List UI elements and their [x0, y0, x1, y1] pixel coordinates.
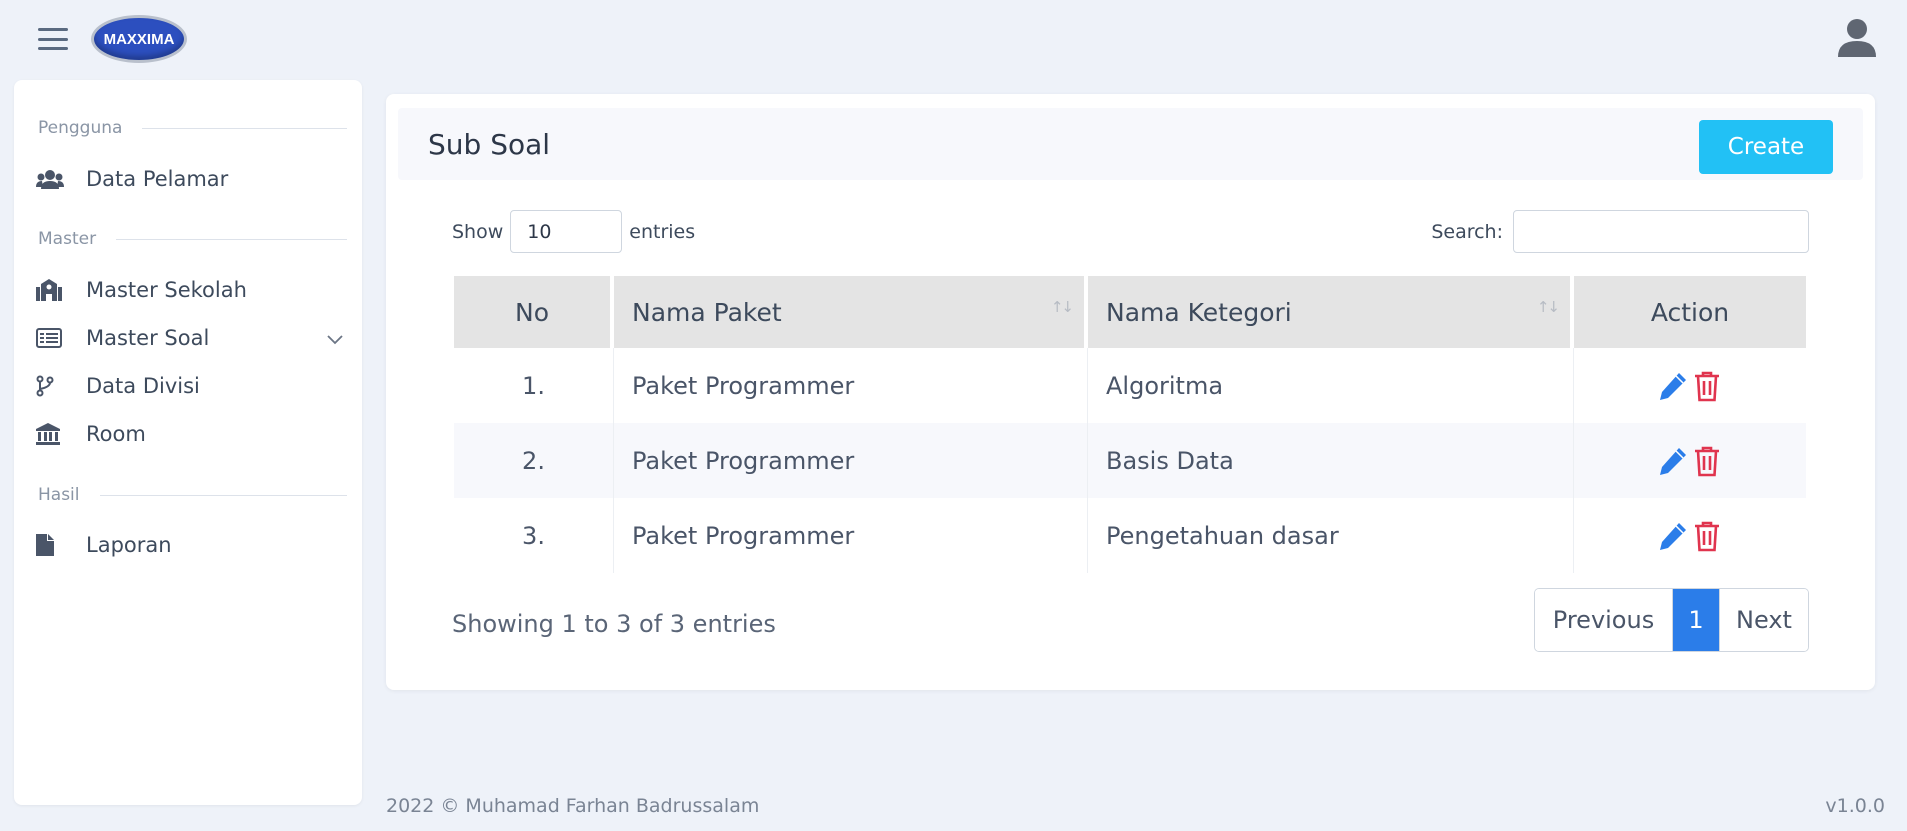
search-control: Search:: [1431, 210, 1809, 253]
footer-version: v1.0.0: [1825, 795, 1885, 817]
logo-text: MAXXIMA: [103, 30, 175, 48]
card-header: Sub Soal Create: [398, 108, 1863, 180]
sidebar-item-label: Room: [86, 422, 146, 446]
cell-nama-kategori: Algoritma: [1088, 348, 1574, 423]
sidebar-item-label: Data Pelamar: [86, 167, 229, 191]
edit-pencil-icon[interactable]: [1656, 444, 1690, 478]
footer-copyright: 2022 © Muhamad Farhan Badrussalam: [386, 795, 760, 817]
sidebar-item-label: Master Soal: [86, 326, 210, 350]
cell-nama-paket: Paket Programmer: [614, 348, 1088, 423]
delete-trash-icon[interactable]: [1690, 369, 1724, 403]
sidebar-item-data-divisi[interactable]: Data Divisi: [36, 368, 347, 404]
sub-soal-table: No Nama Paket ↑↓ Nama Ketegori ↑↓ Action 1…: [454, 276, 1806, 573]
entries-label: entries: [629, 220, 696, 243]
sidebar-item-master-sekolah[interactable]: Master Sekolah: [36, 272, 347, 308]
cell-no: 1.: [454, 348, 614, 423]
section-label: Master: [38, 229, 97, 249]
delete-trash-icon[interactable]: [1690, 519, 1724, 553]
chevron-down-icon: [327, 326, 343, 350]
search-label: Search:: [1431, 220, 1503, 243]
users-icon: [36, 167, 66, 191]
user-avatar-icon[interactable]: [1836, 17, 1878, 59]
school-icon: [36, 278, 66, 302]
column-header-no[interactable]: No: [454, 276, 614, 348]
entries-length-control: Show 10 entries: [452, 210, 695, 253]
pagination-page-current[interactable]: 1: [1673, 589, 1719, 651]
sidebar-section-master: Master: [38, 229, 347, 249]
pagination: Previous 1 Next: [1534, 588, 1809, 652]
hamburger-line: [38, 37, 68, 41]
sort-icon: ↑↓: [1050, 298, 1074, 316]
search-input[interactable]: [1513, 210, 1809, 253]
sidebar-item-label: Data Divisi: [86, 374, 200, 398]
sidebar-item-master-soal[interactable]: Master Soal: [36, 320, 347, 356]
edit-pencil-icon[interactable]: [1656, 369, 1690, 403]
create-button[interactable]: Create: [1699, 120, 1833, 174]
sidebar-item-data-pelamar[interactable]: Data Pelamar: [36, 161, 347, 197]
sidebar-section-pengguna: Pengguna: [38, 118, 347, 138]
page-title: Sub Soal: [428, 128, 551, 161]
section-label: Hasil: [38, 485, 80, 505]
cell-action: [1574, 423, 1806, 498]
table-row: 2. Paket Programmer Basis Data: [454, 423, 1806, 498]
cell-nama-paket: Paket Programmer: [614, 498, 1088, 573]
sub-soal-card: Sub Soal Create Show 10 entries Search: …: [386, 94, 1875, 690]
cell-nama-paket: Paket Programmer: [614, 423, 1088, 498]
building-columns-icon: [36, 422, 66, 446]
section-label: Pengguna: [38, 118, 123, 138]
column-header-nama-kategori[interactable]: Nama Ketegori ↑↓: [1088, 276, 1574, 348]
entries-select-value: 10: [527, 220, 552, 243]
cell-action: [1574, 498, 1806, 573]
entries-select[interactable]: 10: [510, 210, 623, 253]
table-info: Showing 1 to 3 of 3 entries: [452, 610, 776, 638]
header-label: Action: [1650, 297, 1730, 327]
table-header-row: No Nama Paket ↑↓ Nama Ketegori ↑↓ Action: [454, 276, 1806, 348]
hamburger-line: [38, 47, 68, 50]
table-row: 1. Paket Programmer Algoritma: [454, 348, 1806, 423]
pagination-next[interactable]: Next: [1719, 589, 1808, 651]
header-label: Nama Paket: [632, 297, 782, 327]
delete-trash-icon[interactable]: [1690, 444, 1724, 478]
code-branch-icon: [36, 374, 66, 398]
hamburger-line: [38, 28, 68, 31]
cell-nama-kategori: Basis Data: [1088, 423, 1574, 498]
sidebar-section-hasil: Hasil: [38, 485, 347, 505]
cell-no: 2.: [454, 423, 614, 498]
column-header-nama-paket[interactable]: Nama Paket ↑↓: [614, 276, 1088, 348]
sort-icon: ↑↓: [1536, 298, 1560, 316]
list-icon: [36, 326, 66, 350]
sidebar-item-label: Laporan: [86, 533, 172, 557]
menu-toggle-button[interactable]: [38, 28, 68, 50]
sidebar-item-room[interactable]: Room: [36, 416, 347, 452]
app-logo[interactable]: MAXXIMA: [91, 15, 187, 63]
show-label: Show: [452, 220, 504, 243]
header-label: No: [515, 297, 549, 327]
sidebar-item-label: Master Sekolah: [86, 278, 247, 302]
edit-pencil-icon[interactable]: [1656, 519, 1690, 553]
column-header-action: Action: [1574, 276, 1806, 348]
sidebar-item-laporan[interactable]: Laporan: [36, 527, 347, 563]
cell-nama-kategori: Pengetahuan dasar: [1088, 498, 1574, 573]
sidebar: Pengguna Data Pelamar Master Master Seko…: [14, 80, 362, 805]
table-row: 3. Paket Programmer Pengetahuan dasar: [454, 498, 1806, 573]
cell-action: [1574, 348, 1806, 423]
header-label: Nama Ketegori: [1106, 297, 1292, 327]
file-icon: [36, 533, 66, 557]
cell-no: 3.: [454, 498, 614, 573]
pagination-previous[interactable]: Previous: [1535, 589, 1673, 651]
